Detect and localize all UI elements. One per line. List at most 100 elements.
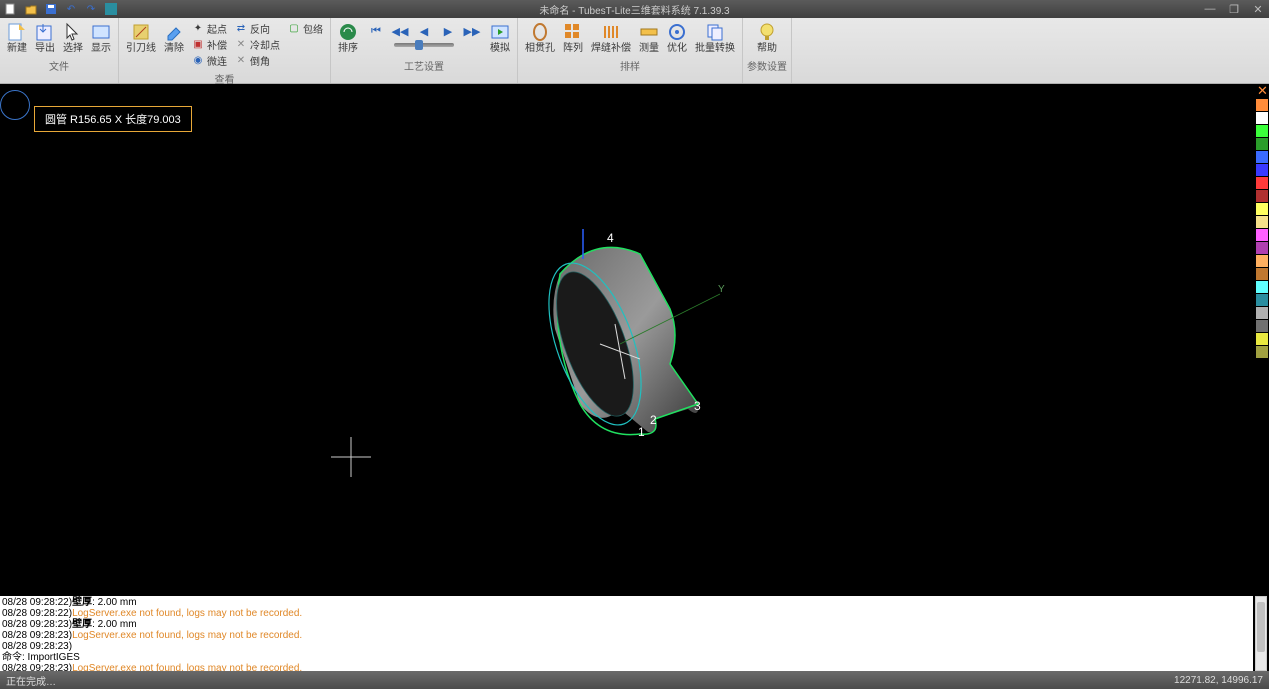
optimize-icon [667, 22, 687, 42]
batchconv-button[interactable]: 批量转换 [692, 20, 738, 56]
title-bar: ↶ ↷ 未命名 - TubesT-Lite三维套料系统 7.1.39.3 — ❐… [0, 0, 1269, 18]
part-info-label: 圆管 R156.65 X 长度79.003 [34, 106, 192, 132]
help-button[interactable]: 帮助 [754, 20, 780, 56]
palette-swatch[interactable] [1256, 294, 1268, 306]
palette-swatch[interactable] [1256, 112, 1268, 124]
palette-swatch[interactable] [1256, 346, 1268, 358]
log-line: 08/28 09:28:23) [2, 641, 1251, 652]
microjoint-button[interactable]: ◉微连 [192, 53, 227, 68]
palette-swatch[interactable] [1256, 99, 1268, 111]
log-panel: 08/28 09:28:22)壁厚: 2.00 mm08/28 09:28:22… [0, 596, 1253, 671]
leadline-icon [131, 22, 151, 42]
slider-thumb[interactable] [415, 40, 423, 50]
speed-slider[interactable] [394, 43, 454, 47]
palette-swatch[interactable] [1256, 268, 1268, 280]
reverse-button[interactable]: ⇄反向 [235, 21, 280, 36]
node-label-2: 2 [650, 413, 657, 427]
palette-swatch[interactable] [1256, 138, 1268, 150]
palette-swatch[interactable] [1256, 203, 1268, 215]
node-label-3: 3 [694, 399, 701, 413]
measure-button[interactable]: 测量 [636, 20, 662, 56]
prev-icon[interactable]: ◀◀ [391, 22, 409, 40]
ribbon-group-label: 排样 [620, 56, 640, 73]
new-label: 新建 [7, 44, 27, 54]
first-icon[interactable]: ⏮ [367, 22, 385, 40]
startpt-button[interactable]: ✦起点 [192, 21, 227, 36]
weldcomp-icon [601, 22, 621, 42]
palette-swatch[interactable] [1256, 190, 1268, 202]
palette-close-icon[interactable]: ✕ [1256, 84, 1269, 97]
envelope-button[interactable]: ▢包络 [288, 21, 323, 36]
redo-icon[interactable]: ↷ [84, 2, 98, 16]
cooldown-button[interactable]: ✕冷却点 [235, 37, 280, 52]
palette-swatch[interactable] [1256, 242, 1268, 254]
phasecut-icon [530, 22, 550, 42]
palette-swatch[interactable] [1256, 229, 1268, 241]
reverse-label: 反向 [250, 21, 270, 36]
palette-swatch[interactable] [1256, 281, 1268, 293]
new-doc-icon[interactable] [4, 2, 18, 16]
measure-icon [639, 22, 659, 42]
export-button[interactable]: 导出 [32, 20, 58, 56]
viewport-3d[interactable]: Y 4 3 2 1 [0, 84, 1256, 596]
leadline-button[interactable]: 引刀线 [123, 20, 159, 56]
open-folder-icon[interactable] [24, 2, 38, 16]
envelope-label: 包络 [303, 21, 323, 36]
display-button[interactable]: 显示 [88, 20, 114, 56]
clear-label: 清除 [164, 44, 184, 54]
array-icon [563, 22, 583, 42]
palette-swatch[interactable] [1256, 255, 1268, 267]
palette-swatch[interactable] [1256, 216, 1268, 228]
palette-swatch[interactable] [1256, 177, 1268, 189]
next-icon[interactable]: ▶▶ [463, 22, 481, 40]
status-bar: 正在完成… 12271.82, 14996.17 [0, 671, 1269, 689]
cursor-icon [63, 22, 83, 42]
close-button[interactable]: ✕ [1251, 3, 1265, 16]
palette-swatch[interactable] [1256, 125, 1268, 137]
play-right-icon[interactable]: ▶ [439, 22, 457, 40]
comp-button[interactable]: ▣补偿 [192, 37, 227, 52]
cooldown-label: 冷却点 [250, 37, 280, 52]
weldcomp-button[interactable]: 焊缝补偿 [588, 20, 634, 56]
minimize-button[interactable]: — [1203, 3, 1217, 16]
scrollbar-thumb[interactable] [1257, 602, 1265, 652]
chamfer-icon: ✕ [235, 55, 247, 67]
palette-swatch[interactable] [1256, 164, 1268, 176]
palette-swatch[interactable] [1256, 151, 1268, 163]
optimize-button[interactable]: 优化 [664, 20, 690, 56]
log-scrollbar[interactable] [1255, 596, 1267, 671]
phasecut-button[interactable]: 相贯孔 [522, 20, 558, 56]
clear-button[interactable]: 清除 [161, 20, 187, 56]
maximize-button[interactable]: ❐ [1227, 3, 1241, 16]
palette-swatch[interactable] [1256, 320, 1268, 332]
ribbon-group-label: 文件 [49, 56, 69, 73]
scene-svg: Y 4 3 2 1 [0, 84, 1256, 596]
reverse-icon: ⇄ [235, 23, 247, 35]
palette-swatch[interactable] [1256, 333, 1268, 345]
log-line: 命令: ImportIGES [2, 652, 1251, 663]
chamfer-button[interactable]: ✕倒角 [235, 53, 280, 68]
ribbon-group-nest: 相贯孔 阵列 焊缝补偿 测量 优化 批量转换 排样 [518, 18, 743, 83]
view-small-stack-3: ▢包络 [285, 20, 326, 37]
window-title: 未命名 - TubesT-Lite三维套料系统 7.1.39.3 [539, 2, 729, 17]
playback-controls: ⏮ ◀◀ ◀ ▶ ▶▶ [367, 22, 481, 40]
save-icon[interactable] [44, 2, 58, 16]
new-icon [7, 22, 27, 42]
simulate-button[interactable]: 模拟 [487, 20, 513, 56]
array-button[interactable]: 阵列 [560, 20, 586, 56]
sort-button[interactable]: 排序 [335, 20, 361, 56]
app-icon [104, 2, 118, 16]
log-line: 08/28 09:28:23)LogServer.exe not found, … [2, 663, 1251, 671]
microjoint-label: 微连 [207, 53, 227, 68]
sort-label: 排序 [338, 44, 358, 54]
info-circle-indicator [0, 90, 30, 120]
palette-swatch[interactable] [1256, 307, 1268, 319]
undo-icon[interactable]: ↶ [64, 2, 78, 16]
node-label-4: 4 [607, 231, 614, 245]
play-left-icon[interactable]: ◀ [415, 22, 433, 40]
select-label: 选择 [63, 44, 83, 54]
select-button[interactable]: 选择 [60, 20, 86, 56]
ribbon-group-param: 帮助 参数设置 [743, 18, 792, 83]
new-button[interactable]: 新建 [4, 20, 30, 56]
ribbon-group-file: 新建 导出 选择 显示 文件 [0, 18, 119, 83]
